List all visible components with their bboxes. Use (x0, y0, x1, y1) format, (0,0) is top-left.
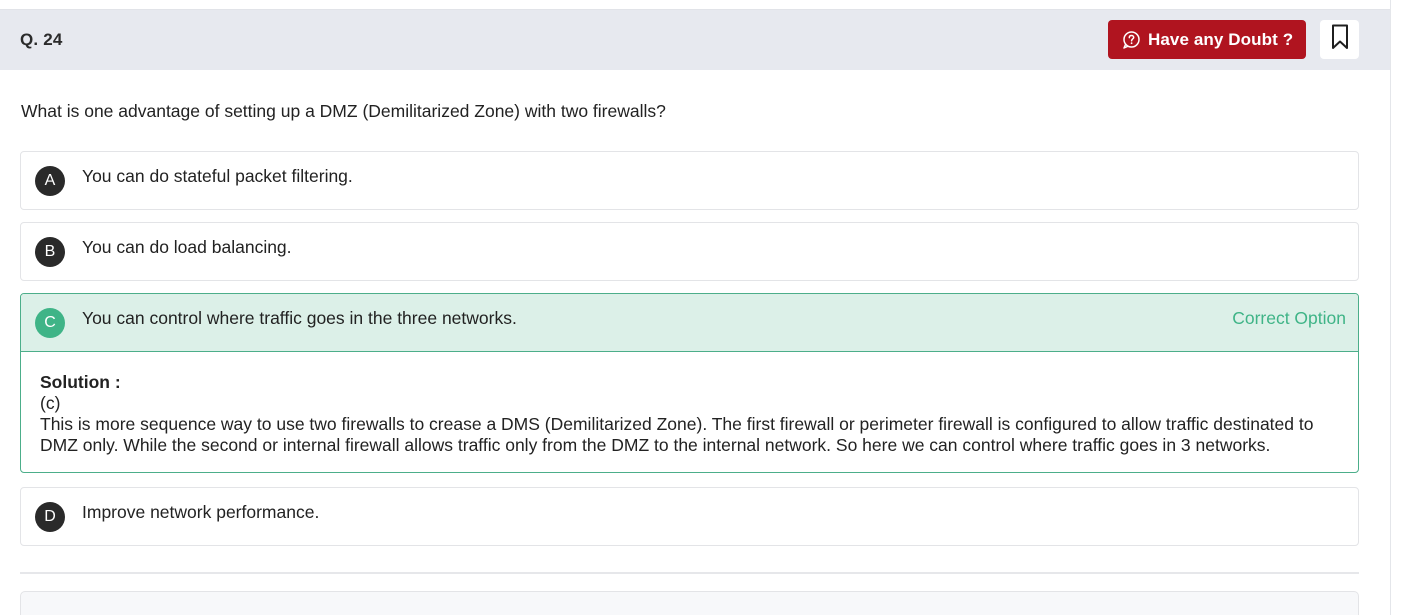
question-header: Q. 24 Have any Doubt ? (0, 9, 1390, 70)
correct-option-label: Correct Option (1232, 308, 1346, 328)
option-a[interactable]: A You can do stateful packet filtering. (20, 151, 1359, 210)
option-d-text: Improve network performance. (82, 502, 320, 522)
question-number: Q. 24 (20, 30, 63, 49)
partial-icon (48, 610, 64, 615)
bookmark-icon (1331, 24, 1349, 55)
solution-title: Solution : (40, 372, 121, 392)
bookmark-button[interactable] (1320, 20, 1359, 59)
option-d[interactable]: D Improve network performance. (20, 487, 1359, 546)
solution-answer: (c) (40, 393, 61, 413)
scroll-edge (1390, 0, 1391, 615)
section-divider (20, 572, 1359, 574)
have-doubt-label: Have any Doubt ? (1148, 29, 1294, 49)
question-bubble-icon (1121, 30, 1141, 50)
option-c-letter: C (35, 308, 65, 338)
question-page: Q. 24 Have any Doubt ? What is one advan… (0, 0, 1421, 615)
solution-explanation: This is more sequence way to use two fir… (40, 414, 1314, 455)
option-b[interactable]: B You can do load balancing. (20, 222, 1359, 281)
next-section-box (20, 591, 1359, 615)
option-b-text: You can do load balancing. (82, 237, 292, 257)
option-b-letter: B (35, 237, 65, 267)
top-strip (0, 0, 1391, 9)
option-c-text: You can control where traffic goes in th… (82, 308, 517, 328)
option-a-letter: A (35, 166, 65, 196)
option-a-text: You can do stateful packet filtering. (82, 166, 353, 186)
have-doubt-button[interactable]: Have any Doubt ? (1108, 20, 1306, 59)
question-text: What is one advantage of setting up a DM… (21, 101, 666, 121)
option-d-letter: D (35, 502, 65, 532)
solution-panel: Solution : (c) This is more sequence way… (21, 352, 1358, 472)
option-c[interactable]: C You can control where traffic goes in … (20, 293, 1359, 473)
